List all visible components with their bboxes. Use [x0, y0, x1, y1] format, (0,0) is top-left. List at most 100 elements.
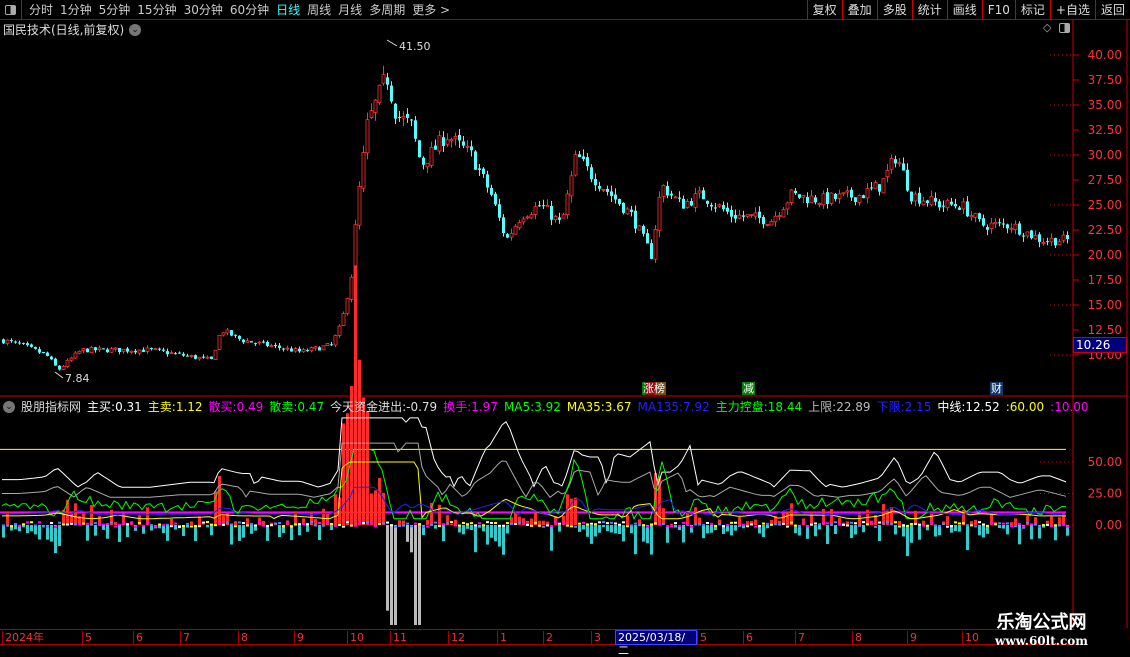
indicator-dot — [18, 525, 21, 527]
candle-body — [342, 314, 345, 326]
marker-limit-up[interactable]: 涨榜 — [642, 382, 666, 395]
candle-body — [746, 215, 749, 217]
indicator-dot — [254, 524, 257, 526]
indicator-bar — [462, 525, 465, 534]
candle-body — [862, 195, 865, 198]
candle-body — [650, 243, 653, 259]
chevron-down-icon[interactable]: ⌄ — [3, 401, 15, 413]
last-price-label: 10.26 — [1073, 337, 1127, 353]
indicator-bar — [210, 525, 213, 535]
indicator-dot — [178, 526, 181, 528]
indicator-dot — [110, 522, 113, 524]
indicator-dot — [22, 523, 25, 525]
candle-body — [118, 348, 121, 352]
candle-body — [138, 350, 141, 353]
candle-body — [950, 202, 953, 205]
indicator-dot — [974, 525, 977, 527]
indicator-dot — [1066, 526, 1069, 528]
indicator-tick-label: 50.00 — [1088, 455, 1122, 469]
candle-body — [70, 358, 73, 360]
indicator-dot — [702, 524, 705, 526]
indicator-bar — [410, 525, 413, 552]
candle-body — [694, 194, 697, 208]
indicator-value: 换手:1.97 — [443, 398, 498, 415]
candle-body — [938, 201, 941, 207]
high-pointer — [387, 40, 397, 46]
indicator-dot — [578, 523, 581, 525]
candle-body — [190, 355, 193, 356]
indicator-dot — [906, 525, 909, 527]
indicator-bar — [474, 525, 477, 552]
marker-finance[interactable]: 财 — [990, 382, 1003, 395]
candle-body — [442, 137, 445, 146]
candle-body — [90, 347, 93, 352]
candle-body — [662, 185, 665, 196]
indicator-dot — [66, 524, 69, 526]
candle-body — [170, 353, 173, 354]
indicator-bar — [98, 516, 101, 525]
indicator-bar — [954, 525, 957, 531]
indicator-bar — [978, 525, 981, 535]
indicator-dot — [126, 523, 129, 525]
indicator-bar — [730, 525, 733, 535]
candle-body — [250, 341, 253, 342]
indicator-name[interactable]: 股朋指标网 — [21, 398, 81, 415]
indicator-dot — [186, 523, 189, 525]
candle-body — [230, 330, 233, 335]
indicator-bar — [622, 525, 625, 541]
indicator-dot — [354, 525, 357, 527]
indicator-value: MA5:3.92 — [504, 400, 561, 414]
indicator-dot — [342, 526, 345, 528]
indicator-bar — [386, 525, 389, 611]
indicator-dot — [722, 525, 725, 527]
indicator-dot — [130, 521, 133, 523]
indicator-bar — [298, 525, 301, 535]
indicator-bar — [426, 520, 429, 525]
candle-body — [166, 351, 169, 354]
indicator-dot — [202, 522, 205, 524]
control-line — [2, 449, 1066, 518]
candle-body — [546, 205, 549, 206]
candle-body — [978, 213, 981, 219]
candle-body — [362, 152, 365, 188]
indicator-bar — [186, 525, 189, 528]
indicator-value: 中线:12.52 — [937, 398, 999, 415]
indicator-bar — [354, 265, 357, 525]
indicator-bar — [642, 525, 645, 542]
indicator-dot — [218, 522, 221, 524]
indicator-dot — [890, 523, 893, 525]
candle-body — [10, 340, 13, 341]
indicator-dot — [262, 525, 265, 527]
kline-chart[interactable]: 40.0037.5035.0032.5030.0027.5025.0022.50… — [0, 0, 1130, 650]
indicator-bar — [890, 507, 893, 525]
candle-body — [1014, 224, 1017, 229]
candle-body — [666, 186, 669, 195]
candle-body — [806, 197, 809, 203]
candle-body — [622, 203, 625, 213]
indicator-dot — [898, 525, 901, 527]
candle-body — [742, 215, 745, 216]
candle-body — [942, 206, 945, 207]
date-label: 5 — [82, 631, 92, 644]
indicator-dot — [426, 526, 429, 528]
indicator-value: 下限:2.15 — [877, 398, 932, 415]
indicator-dot — [138, 522, 141, 524]
indicator-dot — [238, 522, 241, 524]
candle-body — [414, 120, 417, 138]
indicator-bar — [674, 525, 677, 527]
candle-body — [958, 208, 961, 210]
indicator-dot — [374, 525, 377, 527]
candle-body — [830, 193, 833, 203]
indicator-bar — [394, 525, 397, 625]
indicator-number: 12.52 — [965, 400, 999, 414]
indicator-dot — [742, 524, 745, 526]
indicator-dot — [774, 523, 777, 525]
indicator-dot — [58, 522, 61, 524]
candle-body — [518, 222, 521, 227]
indicator-dot — [118, 524, 121, 526]
candle-body — [94, 347, 97, 350]
marker-reduce[interactable]: 减 — [742, 382, 755, 395]
price-tick-label: 15.00 — [1088, 298, 1122, 312]
cursor-date: 2025/03/18/二 — [615, 630, 697, 645]
candle-body — [526, 217, 529, 218]
